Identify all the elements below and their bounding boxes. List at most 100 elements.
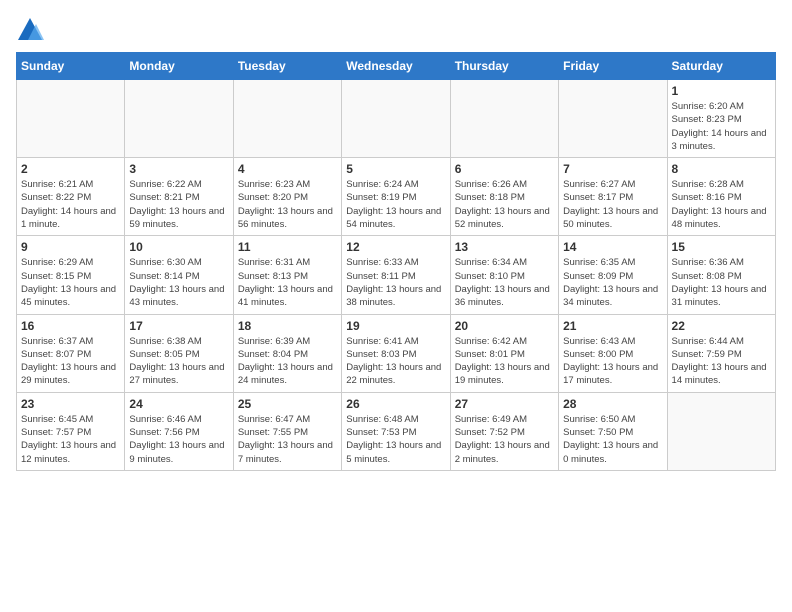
day-cell — [125, 80, 233, 158]
day-info: Sunrise: 6:41 AM Sunset: 8:03 PM Dayligh… — [346, 335, 445, 388]
day-number: 16 — [21, 319, 120, 333]
day-info: Sunrise: 6:29 AM Sunset: 8:15 PM Dayligh… — [21, 256, 120, 309]
week-row-1: 2 Sunrise: 6:21 AM Sunset: 8:22 PM Daylig… — [17, 158, 776, 236]
day-info: Sunrise: 6:28 AM Sunset: 8:16 PM Dayligh… — [672, 178, 771, 231]
day-cell: 23 Sunrise: 6:45 AM Sunset: 7:57 PM Dayli… — [17, 392, 125, 470]
day-info: Sunrise: 6:47 AM Sunset: 7:55 PM Dayligh… — [238, 413, 337, 466]
day-cell: 10 Sunrise: 6:30 AM Sunset: 8:14 PM Dayli… — [125, 236, 233, 314]
day-number: 6 — [455, 162, 554, 176]
day-cell: 11 Sunrise: 6:31 AM Sunset: 8:13 PM Dayli… — [233, 236, 341, 314]
day-number: 7 — [563, 162, 662, 176]
col-header-thursday: Thursday — [450, 53, 558, 80]
day-cell: 28 Sunrise: 6:50 AM Sunset: 7:50 PM Dayli… — [559, 392, 667, 470]
day-info: Sunrise: 6:35 AM Sunset: 8:09 PM Dayligh… — [563, 256, 662, 309]
day-number: 1 — [672, 84, 771, 98]
day-info: Sunrise: 6:44 AM Sunset: 7:59 PM Dayligh… — [672, 335, 771, 388]
calendar-header-row: SundayMondayTuesdayWednesdayThursdayFrid… — [17, 53, 776, 80]
day-info: Sunrise: 6:37 AM Sunset: 8:07 PM Dayligh… — [21, 335, 120, 388]
day-number: 20 — [455, 319, 554, 333]
day-info: Sunrise: 6:31 AM Sunset: 8:13 PM Dayligh… — [238, 256, 337, 309]
calendar: SundayMondayTuesdayWednesdayThursdayFrid… — [16, 52, 776, 471]
day-cell: 16 Sunrise: 6:37 AM Sunset: 8:07 PM Dayli… — [17, 314, 125, 392]
col-header-tuesday: Tuesday — [233, 53, 341, 80]
day-number: 25 — [238, 397, 337, 411]
day-number: 18 — [238, 319, 337, 333]
day-number: 22 — [672, 319, 771, 333]
day-cell: 24 Sunrise: 6:46 AM Sunset: 7:56 PM Dayli… — [125, 392, 233, 470]
day-cell: 5 Sunrise: 6:24 AM Sunset: 8:19 PM Daylig… — [342, 158, 450, 236]
col-header-wednesday: Wednesday — [342, 53, 450, 80]
day-info: Sunrise: 6:23 AM Sunset: 8:20 PM Dayligh… — [238, 178, 337, 231]
page-header — [16, 16, 776, 44]
day-number: 24 — [129, 397, 228, 411]
day-cell: 22 Sunrise: 6:44 AM Sunset: 7:59 PM Dayli… — [667, 314, 775, 392]
day-info: Sunrise: 6:45 AM Sunset: 7:57 PM Dayligh… — [21, 413, 120, 466]
day-number: 19 — [346, 319, 445, 333]
day-info: Sunrise: 6:24 AM Sunset: 8:19 PM Dayligh… — [346, 178, 445, 231]
day-cell: 12 Sunrise: 6:33 AM Sunset: 8:11 PM Dayli… — [342, 236, 450, 314]
day-cell — [233, 80, 341, 158]
day-info: Sunrise: 6:30 AM Sunset: 8:14 PM Dayligh… — [129, 256, 228, 309]
day-cell: 17Sunrise: 6:38 AM Sunset: 8:05 PM Dayli… — [125, 314, 233, 392]
week-row-2: 9 Sunrise: 6:29 AM Sunset: 8:15 PM Daylig… — [17, 236, 776, 314]
day-cell: 15 Sunrise: 6:36 AM Sunset: 8:08 PM Dayli… — [667, 236, 775, 314]
day-number: 11 — [238, 240, 337, 254]
day-cell: 4Sunrise: 6:23 AM Sunset: 8:20 PM Daylig… — [233, 158, 341, 236]
day-cell: 26Sunrise: 6:48 AM Sunset: 7:53 PM Dayli… — [342, 392, 450, 470]
day-number: 15 — [672, 240, 771, 254]
day-info: Sunrise: 6:42 AM Sunset: 8:01 PM Dayligh… — [455, 335, 554, 388]
day-number: 2 — [21, 162, 120, 176]
day-info: Sunrise: 6:38 AM Sunset: 8:05 PM Dayligh… — [129, 335, 228, 388]
day-info: Sunrise: 6:21 AM Sunset: 8:22 PM Dayligh… — [21, 178, 120, 231]
day-cell: 25 Sunrise: 6:47 AM Sunset: 7:55 PM Dayli… — [233, 392, 341, 470]
day-info: Sunrise: 6:33 AM Sunset: 8:11 PM Dayligh… — [346, 256, 445, 309]
day-cell: 21 Sunrise: 6:43 AM Sunset: 8:00 PM Dayli… — [559, 314, 667, 392]
day-info: Sunrise: 6:46 AM Sunset: 7:56 PM Dayligh… — [129, 413, 228, 466]
day-cell: 8 Sunrise: 6:28 AM Sunset: 8:16 PM Daylig… — [667, 158, 775, 236]
day-number: 26 — [346, 397, 445, 411]
col-header-sunday: Sunday — [17, 53, 125, 80]
day-number: 5 — [346, 162, 445, 176]
day-number: 28 — [563, 397, 662, 411]
day-cell: 13 Sunrise: 6:34 AM Sunset: 8:10 PM Dayli… — [450, 236, 558, 314]
day-cell: 14 Sunrise: 6:35 AM Sunset: 8:09 PM Dayli… — [559, 236, 667, 314]
day-cell — [342, 80, 450, 158]
day-cell: 3 Sunrise: 6:22 AM Sunset: 8:21 PM Daylig… — [125, 158, 233, 236]
day-number: 14 — [563, 240, 662, 254]
day-info: Sunrise: 6:39 AM Sunset: 8:04 PM Dayligh… — [238, 335, 337, 388]
day-cell: 9 Sunrise: 6:29 AM Sunset: 8:15 PM Daylig… — [17, 236, 125, 314]
day-cell: 1 Sunrise: 6:20 AM Sunset: 8:23 PM Daylig… — [667, 80, 775, 158]
day-number: 9 — [21, 240, 120, 254]
day-number: 21 — [563, 319, 662, 333]
logo — [16, 16, 50, 44]
day-cell — [17, 80, 125, 158]
week-row-4: 23 Sunrise: 6:45 AM Sunset: 7:57 PM Dayli… — [17, 392, 776, 470]
day-cell — [667, 392, 775, 470]
day-number: 8 — [672, 162, 771, 176]
day-number: 23 — [21, 397, 120, 411]
day-cell: 2 Sunrise: 6:21 AM Sunset: 8:22 PM Daylig… — [17, 158, 125, 236]
day-cell: 19 Sunrise: 6:41 AM Sunset: 8:03 PM Dayli… — [342, 314, 450, 392]
day-cell: 7 Sunrise: 6:27 AM Sunset: 8:17 PM Daylig… — [559, 158, 667, 236]
day-number: 10 — [129, 240, 228, 254]
week-row-3: 16 Sunrise: 6:37 AM Sunset: 8:07 PM Dayli… — [17, 314, 776, 392]
week-row-0: 1 Sunrise: 6:20 AM Sunset: 8:23 PM Daylig… — [17, 80, 776, 158]
day-info: Sunrise: 6:20 AM Sunset: 8:23 PM Dayligh… — [672, 100, 771, 153]
day-cell — [559, 80, 667, 158]
day-number: 12 — [346, 240, 445, 254]
col-header-monday: Monday — [125, 53, 233, 80]
logo-icon — [16, 16, 44, 44]
col-header-friday: Friday — [559, 53, 667, 80]
day-number: 13 — [455, 240, 554, 254]
day-cell: 27Sunrise: 6:49 AM Sunset: 7:52 PM Dayli… — [450, 392, 558, 470]
day-info: Sunrise: 6:36 AM Sunset: 8:08 PM Dayligh… — [672, 256, 771, 309]
day-number: 27 — [455, 397, 554, 411]
day-cell: 18 Sunrise: 6:39 AM Sunset: 8:04 PM Dayli… — [233, 314, 341, 392]
day-info: Sunrise: 6:43 AM Sunset: 8:00 PM Dayligh… — [563, 335, 662, 388]
day-info: Sunrise: 6:34 AM Sunset: 8:10 PM Dayligh… — [455, 256, 554, 309]
day-cell: 20 Sunrise: 6:42 AM Sunset: 8:01 PM Dayli… — [450, 314, 558, 392]
day-info: Sunrise: 6:22 AM Sunset: 8:21 PM Dayligh… — [129, 178, 228, 231]
day-info: Sunrise: 6:27 AM Sunset: 8:17 PM Dayligh… — [563, 178, 662, 231]
day-info: Sunrise: 6:50 AM Sunset: 7:50 PM Dayligh… — [563, 413, 662, 466]
day-number: 3 — [129, 162, 228, 176]
